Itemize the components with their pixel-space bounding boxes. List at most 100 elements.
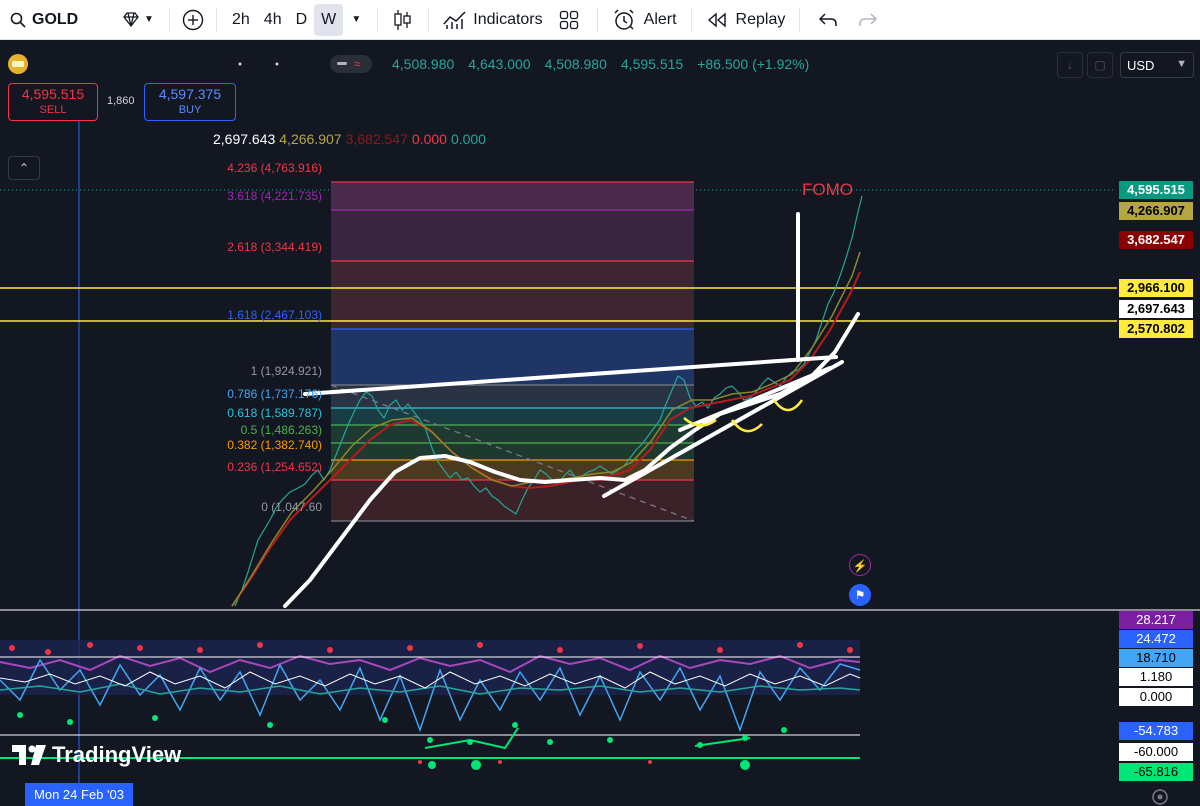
osc-tag: 1.180 (1119, 668, 1193, 686)
chart-canvas[interactable] (0, 41, 1200, 806)
chevron-down-icon: ▼ (351, 14, 362, 25)
price-tag-ma-olive: 4,266.907 (1119, 202, 1193, 220)
osc-tag: -65.816 (1119, 763, 1193, 781)
interval-d[interactable]: D (289, 4, 315, 36)
square-icon: ▢ (1094, 58, 1106, 72)
price-tag-lower-line: 2,570.802 (1119, 320, 1193, 338)
redo-icon (859, 12, 878, 26)
undo-icon (819, 12, 838, 26)
arrow-down-icon: ↓ (1067, 58, 1073, 72)
minus-icon (337, 62, 347, 65)
osc-tag: 28.217 (1119, 611, 1193, 629)
indicator-value: 3,682.547 (345, 131, 408, 147)
top-toolbar: GOLD ▼ 2h 4h D W ▼ Indicators Alert Repl… (0, 0, 1200, 40)
ohlc-change: +86.500 (+1.92%) (697, 56, 810, 72)
buy-button[interactable]: 4,597.375 BUY (144, 83, 236, 121)
fib-level-label: 3.618 (4,221.735) (227, 189, 322, 203)
fib-level-label: 0.236 (1,254.652) (227, 460, 322, 474)
replay-button[interactable]: Replay (700, 4, 792, 36)
indicators-icon (443, 10, 466, 29)
fib-level-label: 1 (1,924.921) (250, 364, 322, 378)
price-tag-white-ma: 2,697.643 (1119, 300, 1193, 318)
fib-band (331, 210, 694, 261)
symbol-type-dropdown[interactable]: ▼ (115, 4, 161, 36)
spread-value: 1,860 (107, 95, 135, 107)
interval-dropdown[interactable]: ▼ (343, 4, 369, 36)
brand-name: TradingView (52, 742, 182, 767)
chevron-down-icon: ▼ (1176, 58, 1187, 70)
indicator-values-legend: 2,697.643 4,266.907 3,682.547 0.000 0.00… (213, 131, 486, 147)
rewind-icon (707, 11, 726, 28)
indicator-visibility-toggle[interactable]: ≈ (330, 55, 372, 73)
buy-price: 4,597.375 (158, 86, 222, 102)
divider (690, 7, 692, 32)
divergence-line (694, 737, 751, 747)
indicators-button[interactable]: Indicators (437, 4, 548, 36)
alert-label: Alert (643, 10, 677, 28)
chevron-down-icon: ▼ (144, 14, 154, 25)
templates-button[interactable] (549, 4, 589, 36)
redo-button[interactable] (848, 4, 888, 36)
scroll-down-button[interactable]: ↓ (1057, 52, 1083, 78)
search-icon (10, 12, 26, 28)
ohlc-open: 4,508.980 (392, 56, 455, 72)
divider (377, 7, 379, 32)
candles-icon (394, 9, 411, 30)
fib-level-label: 4.236 (4,763.916) (227, 161, 322, 175)
osc-tag: 0.000 (1119, 688, 1193, 706)
osc-tag: -54.783 (1119, 722, 1193, 740)
tradingview-logo: TradingView (12, 742, 181, 768)
sell-price: 4,595.515 (21, 86, 85, 102)
fib-level-label: 0.618 (1,589.787) (227, 406, 322, 420)
fib-level-label: 2.618 (3,344.419) (227, 240, 322, 254)
alert-button[interactable]: Alert (606, 4, 683, 36)
lightning-icon[interactable]: ⚡ (849, 554, 871, 576)
currency-label: USD (1127, 58, 1155, 73)
replay-label: Replay (735, 10, 786, 28)
osc-tag: 24.472 (1119, 630, 1193, 648)
status-dot (238, 62, 242, 66)
fib-level-label: 0.5 (1,486.263) (240, 423, 322, 437)
collapse-legend-button[interactable]: ⌃ (8, 156, 40, 180)
fib-band (331, 443, 694, 460)
osc-tag: 18.710 (1119, 649, 1193, 667)
diamond-icon (123, 11, 139, 27)
currency-selector[interactable]: USD ▼ (1120, 52, 1194, 78)
indicator-value: 0.000 (411, 131, 447, 147)
sell-button[interactable]: 4,595.515 SELL (8, 83, 98, 121)
ohlc-high: 4,643.000 (468, 56, 531, 72)
indicator-value: 2,697.643 (213, 131, 276, 147)
wave-icon: ≈ (354, 57, 361, 71)
sell-label: SELL (39, 104, 67, 116)
fullscreen-button[interactable]: ▢ (1087, 52, 1113, 78)
chart-type-button[interactable] (386, 4, 420, 36)
price-tag-ma-red: 3,682.547 (1119, 231, 1193, 249)
indicator-value: 0.000 (450, 131, 486, 147)
us-flag-icon[interactable]: ⚑ (849, 584, 871, 606)
fib-level-label: 0 (1,047.60 (261, 500, 322, 514)
fib-level-label: 1.618 (2,467.103) (227, 308, 322, 322)
interval-2h[interactable]: 2h (225, 4, 257, 36)
interval-4h[interactable]: 4h (257, 4, 289, 36)
tradingview-icon (12, 745, 46, 765)
status-dot (275, 62, 279, 66)
fib-level-label: 0.786 (1,737.176) (227, 387, 322, 401)
divider (169, 7, 170, 32)
ohlc-legend: 4,508.980 4,643.000 4,508.980 4,595.515 … (392, 56, 809, 72)
divider (216, 7, 217, 32)
drawn-trendline (678, 366, 832, 432)
osc-tag: -60.000 (1119, 743, 1193, 761)
symbol-name: GOLD (32, 10, 79, 28)
symbol-search[interactable]: GOLD (4, 3, 111, 36)
divider (799, 7, 801, 32)
fib-band (331, 329, 694, 385)
settings-gear-icon[interactable] (1152, 789, 1168, 805)
undo-button[interactable] (808, 4, 848, 36)
buy-label: BUY (178, 104, 202, 116)
fomo-annotation: FOMO (802, 180, 853, 199)
interval-w[interactable]: W (314, 3, 344, 36)
ohlc-close: 4,595.515 (620, 56, 684, 72)
crosshair-date-label: Mon 24 Feb '03 (25, 783, 133, 806)
plus-circle-icon (182, 9, 204, 30)
compare-symbol-button[interactable] (178, 4, 208, 36)
